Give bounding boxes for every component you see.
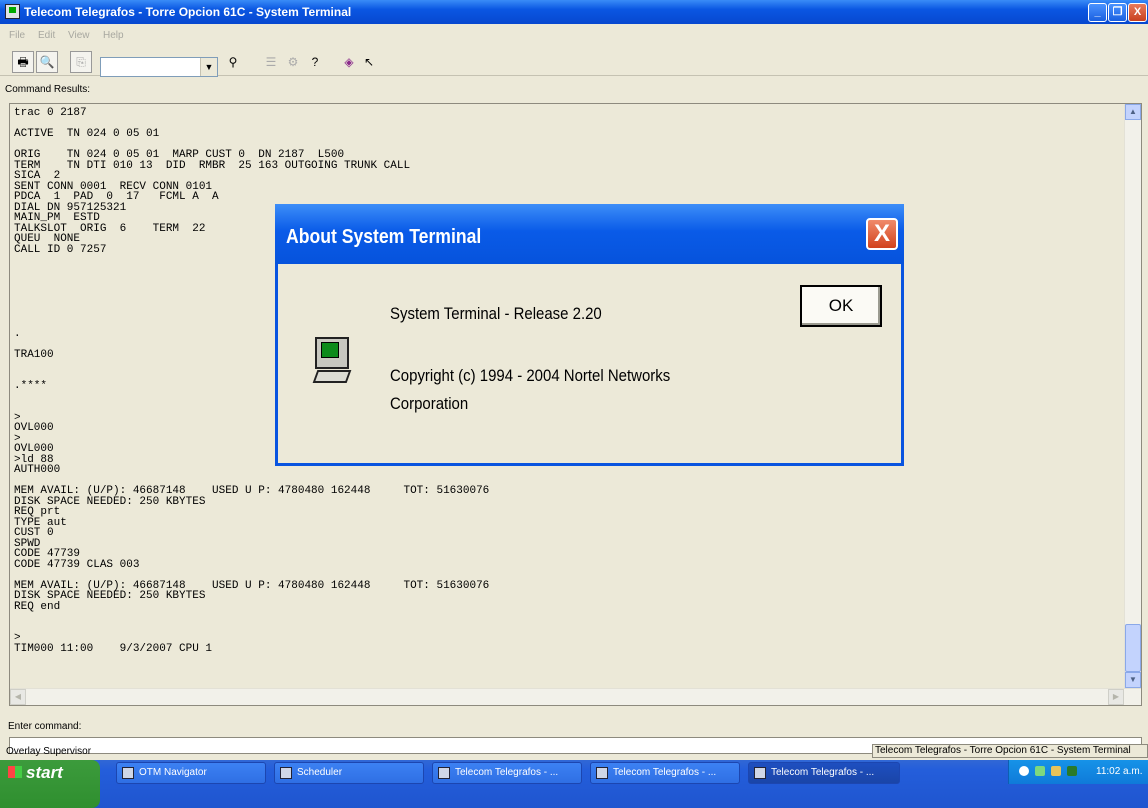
restore-button[interactable]: ❐ (1108, 3, 1127, 22)
print-preview-icon[interactable]: 🔍 (36, 51, 58, 73)
dialog-title-bar[interactable]: About System Terminal X (275, 204, 904, 264)
context-help-icon[interactable]: ↖ (360, 54, 378, 70)
back-icon[interactable] (1019, 766, 1029, 776)
horizontal-scrollbar[interactable]: ◀ ▶ (10, 688, 1141, 705)
status-left: Overlay Supervisor (6, 746, 92, 757)
taskbar-item-telecom-2[interactable]: Telecom Telegrafos - ... (590, 762, 740, 784)
properties-icon[interactable]: ☰ (262, 54, 280, 70)
terminal-line: TYPE aut (14, 516, 67, 529)
task-label: Scheduler (297, 767, 343, 778)
taskbar: start OTM Navigator Scheduler Telecom Te… (0, 760, 1148, 808)
toolbar-combo-box[interactable]: ▼ (100, 57, 218, 77)
book-icon[interactable]: ◈ (340, 54, 358, 70)
scroll-left-icon[interactable]: ◀ (10, 689, 26, 705)
title-bar[interactable]: Telecom Telegrafos - Torre Opcion 61C - … (0, 0, 1148, 24)
computer-terminal-icon (312, 337, 352, 385)
minimize-button[interactable]: _ (1088, 3, 1107, 22)
scroll-up-icon[interactable]: ▲ (1125, 104, 1141, 120)
start-label: start (26, 763, 63, 782)
terminal-line: DISK SPACE NEEDED: 250 KBYTES (14, 495, 206, 508)
otm-navigator-icon (122, 767, 134, 779)
dialog-close-button[interactable]: X (866, 218, 898, 250)
menu-bar: File Edit View Help (0, 24, 1148, 46)
windows-flag-icon (8, 766, 22, 778)
scheduler-icon (280, 767, 292, 779)
terminal-app-icon (5, 4, 20, 19)
clock: 11:02 a.m. (1096, 766, 1143, 777)
system-terminal-window: Telecom Telegrafos - Torre Opcion 61C - … (0, 0, 1148, 808)
terminal-line: REQ end (14, 600, 61, 613)
system-tray: 11:02 a.m. (1008, 760, 1148, 784)
copy-icon[interactable]: ⎘ (70, 51, 92, 73)
taskbar-item-telecom-1[interactable]: Telecom Telegrafos - ... (432, 762, 582, 784)
task-label: Telecom Telegrafos - ... (613, 767, 717, 778)
window-icon (438, 767, 450, 779)
terminal-line: REQ prt (14, 506, 61, 518)
about-dialog: About System Terminal X System Terminal … (275, 204, 904, 466)
chevron-down-icon[interactable]: ▼ (200, 58, 217, 76)
results-label: Command Results: (5, 84, 91, 95)
menu-edit[interactable]: Edit (38, 30, 55, 41)
release-text: System Terminal - Release 2.20 (390, 304, 602, 323)
tray-app-icon[interactable] (1051, 766, 1061, 776)
terminal-line: CODE 47739 (14, 548, 81, 560)
terminal-line: trac 0 2187 (14, 107, 87, 119)
status-right: Telecom Telegrafos - Torre Opcion 61C - … (872, 744, 1148, 758)
find-icon[interactable]: ⚲ (224, 54, 242, 70)
terminal-tray-icon[interactable] (1067, 766, 1077, 776)
window-title: Telecom Telegrafos - Torre Opcion 61C - … (24, 5, 352, 19)
scroll-right-icon[interactable]: ▶ (1108, 689, 1124, 705)
terminal-line: DISK SPACE NEEDED: 250 KBYTES (14, 590, 206, 602)
terminal-line: ACTIVE TN 024 0 05 01 (14, 128, 160, 140)
menu-file[interactable]: File (9, 30, 25, 41)
taskbar-item-otm-navigator[interactable]: OTM Navigator (116, 762, 266, 784)
terminal-line: ORIG TN 024 0 05 01 MARP CUST 0 DN 2187 … (14, 149, 345, 161)
task-label: OTM Navigator (139, 767, 207, 778)
terminal-line: SICA 2 (14, 170, 61, 182)
menu-view[interactable]: View (68, 30, 90, 41)
tools-icon[interactable]: ⚙ (284, 54, 302, 70)
menu-help[interactable]: Help (103, 30, 124, 41)
scrollbar-thumb[interactable] (1125, 624, 1141, 672)
terminal-line: CUST 0 (14, 527, 54, 539)
copyright-text-line2: Corporation (390, 394, 469, 413)
help-topics-icon[interactable]: ? (306, 54, 324, 70)
terminal-app-icon (754, 767, 766, 779)
task-label: Telecom Telegrafos - ... (455, 767, 559, 778)
dialog-title: About System Terminal (286, 226, 482, 248)
dialog-body: System Terminal - Release 2.20 Copyright… (278, 264, 901, 463)
window-icon (596, 767, 608, 779)
enter-command-label: Enter command: (8, 721, 82, 732)
task-label: Telecom Telegrafos - ... (771, 767, 875, 778)
scroll-down-icon[interactable]: ▼ (1125, 672, 1141, 688)
start-button[interactable]: start (0, 760, 100, 808)
terminal-line: AUTH000 (14, 464, 61, 476)
taskbar-item-scheduler[interactable]: Scheduler (274, 762, 424, 784)
terminal-line: CODE 47739 CLAS 003 (14, 558, 140, 571)
terminal-line: PDCA 1 PAD 0 17 FCML A A (14, 191, 219, 203)
copyright-text: Copyright (c) 1994 - 2004 Nortel Network… (390, 366, 671, 385)
vertical-scrollbar[interactable]: ▲ ▼ (1124, 104, 1141, 689)
close-button[interactable]: X (1128, 3, 1147, 22)
network-icon[interactable] (1035, 766, 1045, 776)
print-icon[interactable]: 🖶 (12, 51, 34, 73)
terminal-line: > (14, 632, 21, 644)
terminal-line: TIM000 11:00 9/3/2007 CPU 1 (14, 642, 213, 655)
terminal-line: SPWD (14, 537, 41, 550)
taskbar-item-telecom-3[interactable]: Telecom Telegrafos - ... (748, 762, 900, 784)
terminal-line: TERM TN DTI 010 13 DID RMBR 25 163 OUTGO… (14, 159, 411, 172)
terminal-line: MEM AVAIL: (U/P): 46687148 USED U P: 478… (14, 485, 490, 497)
ok-button[interactable]: OK (800, 285, 882, 327)
